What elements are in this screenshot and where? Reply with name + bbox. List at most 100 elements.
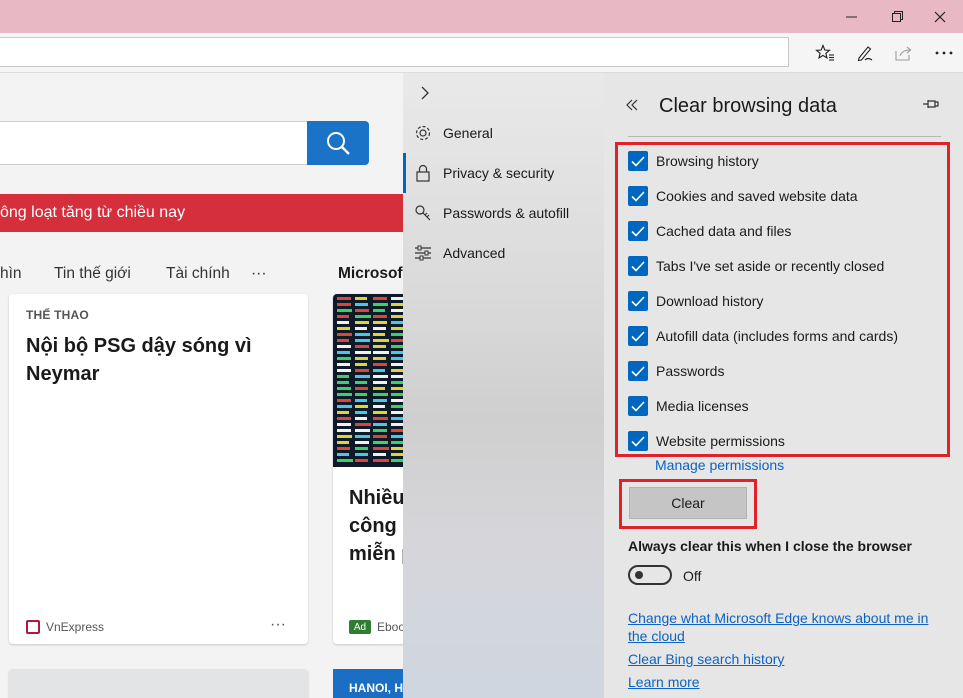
checkbox-row[interactable]: Autofill data (includes forms and cards)	[628, 325, 898, 347]
tab-finance[interactable]: Tài chính	[166, 265, 230, 283]
source-name: VnExpress	[46, 620, 105, 634]
web-note-button[interactable]	[850, 39, 880, 67]
nav-item-general[interactable]: General	[403, 113, 604, 153]
checkbox-row[interactable]: Media licenses	[628, 395, 749, 417]
checkbox-row[interactable]: Browsing history	[628, 150, 759, 172]
pin-button[interactable]	[922, 97, 940, 115]
card-source: VnExpress	[26, 620, 104, 634]
stock-cell	[391, 429, 403, 432]
nav-item-passwords-autofill[interactable]: Passwords & autofill	[403, 193, 604, 233]
favorites-button[interactable]	[810, 39, 840, 67]
restore-icon	[891, 11, 903, 22]
stock-cell	[355, 309, 369, 312]
stock-cell	[373, 357, 386, 360]
card-headline: Nội bộ PSG dậy sóng vì Neymar	[26, 335, 252, 385]
news-card-hanoi[interactable]: HANOI, H	[333, 669, 403, 698]
stock-cell	[391, 321, 403, 324]
search-input[interactable]	[0, 121, 308, 165]
stock-cell	[337, 393, 352, 396]
checkbox[interactable]	[628, 256, 648, 276]
clear-button[interactable]: Clear	[629, 487, 747, 519]
checkbox-label: Cookies and saved website data	[656, 188, 858, 204]
restore-button[interactable]	[874, 0, 920, 33]
stock-cell	[391, 381, 403, 384]
stock-cell	[373, 435, 387, 438]
checkbox[interactable]	[628, 291, 648, 311]
learn-more-link[interactable]: Learn more	[628, 673, 700, 691]
settings-more-button[interactable]	[929, 39, 959, 67]
tab-world-news[interactable]: Tin thế giới	[54, 265, 131, 283]
stock-cell	[337, 315, 349, 318]
checkbox[interactable]	[628, 151, 648, 171]
stock-cell	[355, 375, 370, 378]
stock-cell	[355, 333, 370, 336]
stock-cell	[391, 411, 403, 414]
stock-cell	[391, 297, 403, 300]
minimize-button[interactable]	[828, 0, 874, 33]
stock-cell	[373, 459, 389, 462]
stock-cell	[337, 345, 351, 348]
tab-partial[interactable]: hìn	[0, 265, 22, 283]
clear-bing-history-link[interactable]: Clear Bing search history	[628, 650, 784, 668]
stock-cell	[337, 357, 351, 360]
close-window-button[interactable]	[917, 0, 963, 33]
more-icon	[935, 51, 953, 55]
news-card-ad[interactable]: Nhiều công n miễn p Ad Eboo	[333, 294, 403, 644]
checkbox-row[interactable]: Passwords	[628, 360, 724, 382]
stock-cell	[373, 387, 385, 390]
stock-cell	[355, 393, 367, 396]
manage-permissions-link[interactable]: Manage permissions	[655, 456, 784, 474]
stock-cell	[337, 321, 349, 324]
stock-cell	[373, 453, 386, 456]
checkbox-row[interactable]: Tabs I've set aside or recently closed	[628, 255, 884, 277]
stock-cell	[373, 369, 385, 372]
news-card-sports[interactable]: THỂ THAO Nội bộ PSG dậy sóng vì Neymar V…	[9, 294, 308, 644]
news-banner[interactable]: ông loạt tăng từ chiều nay	[0, 194, 403, 232]
stock-cell	[355, 315, 371, 318]
stock-cell	[337, 459, 353, 462]
stock-cell	[373, 321, 387, 324]
stock-cell	[355, 327, 367, 330]
news-card-image[interactable]	[9, 669, 308, 698]
checkbox-row[interactable]: Website permissions	[628, 430, 785, 452]
share-button[interactable]	[889, 39, 919, 67]
card-more-button[interactable]: ···	[270, 616, 286, 634]
checkbox[interactable]	[628, 431, 648, 451]
change-microsoft-knows-link[interactable]: Change what Microsoft Edge knows about m…	[628, 609, 948, 645]
nav-item-privacy-security[interactable]: Privacy & security	[403, 153, 604, 193]
stock-cell	[355, 351, 371, 354]
stock-cell	[355, 303, 368, 306]
stock-cell	[373, 309, 385, 312]
stock-board-image	[333, 294, 403, 467]
tab-more[interactable]: ···	[251, 265, 267, 283]
nav-item-advanced[interactable]: Advanced	[403, 233, 604, 273]
stock-cell	[373, 405, 385, 408]
divider	[628, 136, 941, 137]
checkbox[interactable]	[628, 326, 648, 346]
ad-source-name: Eboo	[377, 620, 403, 634]
stock-cell	[337, 423, 351, 426]
checkbox[interactable]	[628, 396, 648, 416]
checkbox[interactable]	[628, 186, 648, 206]
stock-cell	[373, 399, 387, 402]
card-category: THỂ THAO	[26, 308, 89, 322]
stock-cell	[355, 297, 367, 300]
stock-cell	[355, 357, 368, 360]
checkmark-icon	[631, 155, 645, 167]
checkbox-row[interactable]: Download history	[628, 290, 763, 312]
stock-cell	[355, 387, 368, 390]
back-button[interactable]	[626, 95, 638, 116]
collapse-nav-button[interactable]	[415, 83, 435, 103]
checkbox[interactable]	[628, 361, 648, 381]
address-bar[interactable]	[0, 37, 789, 67]
stock-cell	[373, 393, 388, 396]
checkbox-row[interactable]: Cookies and saved website data	[628, 185, 858, 207]
search-button[interactable]	[307, 121, 369, 165]
nav-item-label: Privacy & security	[443, 165, 555, 181]
checkbox[interactable]	[628, 221, 648, 241]
favorites-star-icon	[815, 44, 834, 61]
checkbox-row[interactable]: Cached data and files	[628, 220, 791, 242]
stock-cell	[373, 315, 387, 318]
stock-cell	[355, 405, 368, 408]
always-clear-toggle[interactable]	[628, 565, 672, 585]
